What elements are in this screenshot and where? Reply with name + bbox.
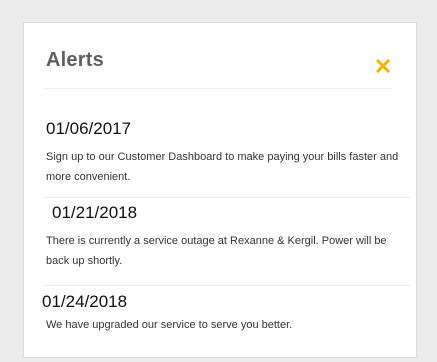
alert-date: 01/06/2017 (46, 119, 132, 138)
close-button[interactable] (372, 55, 394, 77)
close-icon (375, 58, 391, 74)
alert-date: 01/24/2018 (42, 292, 128, 311)
alerts-header: Alerts (24, 23, 416, 91)
alert-message: Sign up to our Customer Dashboard to mak… (46, 151, 399, 183)
alerts-panel: Alerts 01/06/2017 Sign up to our Custome… (23, 22, 417, 358)
alert-date: 01/21/2018 (52, 203, 138, 222)
alert-message: We have upgraded our service to serve yo… (46, 319, 293, 331)
alerts-title: Alerts (46, 49, 104, 71)
alert-divider (44, 197, 410, 198)
header-divider (44, 88, 392, 89)
alert-divider (44, 285, 410, 286)
alert-message: There is currently a service outage at R… (46, 235, 387, 267)
